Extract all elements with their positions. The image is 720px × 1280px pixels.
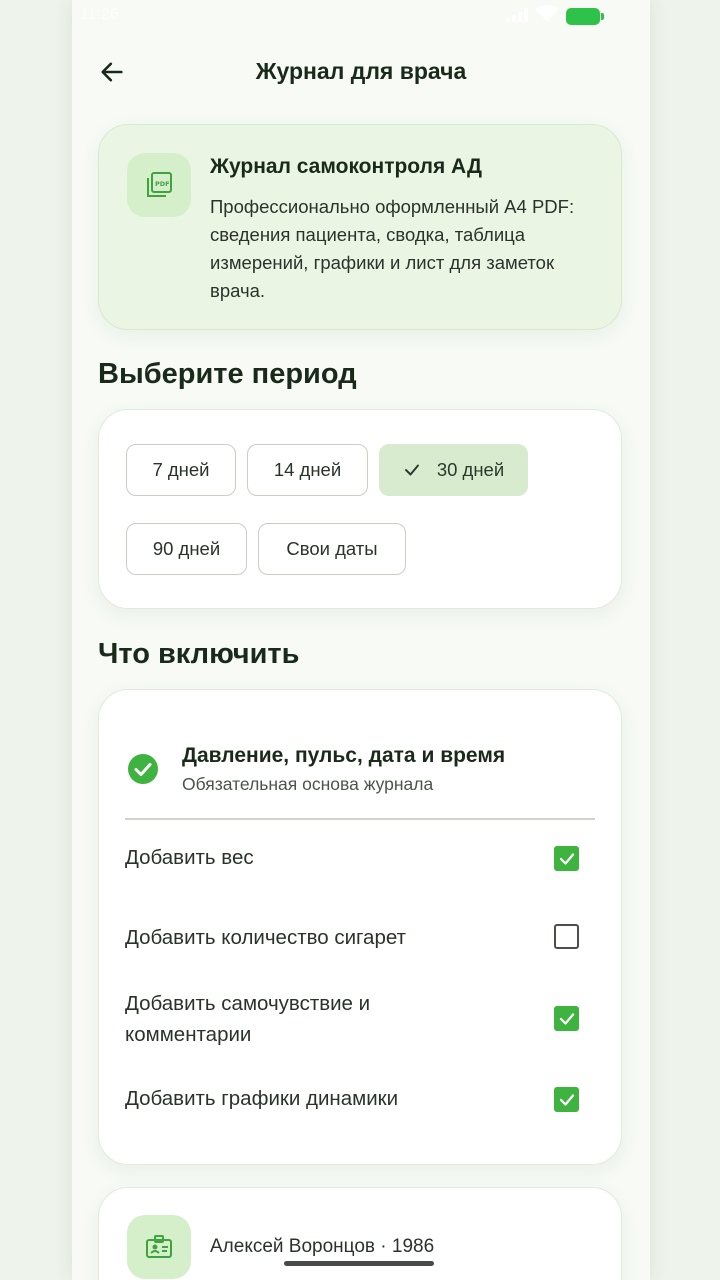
info-title: Журнал самоконтроля АД [210,155,482,178]
home-indicator[interactable] [284,1261,434,1266]
checkbox-checked[interactable] [554,1006,579,1031]
option-cigarettes[interactable]: Добавить количество сигарет [125,922,595,962]
divider [125,818,595,820]
info-card: PDF Журнал самоконтроля АД Профессиональ… [98,124,622,330]
option-label: Добавить графики динамики [125,1087,399,1110]
battery-icon [566,8,604,25]
check-icon [403,461,421,479]
check-icon [559,852,574,865]
signal-icon [506,8,528,22]
option-label: Добавить самочувствие и комментарии [125,992,371,1046]
include-card: Давление, пульс, дата и время Обязательн… [98,689,622,1165]
pdf-file-icon: PDF [127,153,191,217]
period-section-title: Выберите период [98,358,357,390]
check-circle-icon [128,754,158,784]
period-chip-label: Свои даты [286,538,378,559]
status-time: 11:26 [80,6,119,23]
option-weight[interactable]: Добавить вес [125,842,595,882]
patient-name: Алексей Воронцов · 1986 [210,1236,435,1257]
period-chip-90[interactable]: 90 дней [126,523,247,575]
checkbox-unchecked[interactable] [554,924,579,949]
include-section-title: Что включить [98,638,300,670]
period-card: 7 дней 14 дней 30 дней 90 дней Свои даты [98,409,622,609]
period-chip-7[interactable]: 7 дней [126,444,236,496]
period-chip-label: 30 дней [436,459,505,480]
period-chip-custom[interactable]: Свои даты [258,523,406,575]
period-chip-label: 14 дней [273,459,342,480]
option-label: Добавить количество сигарет [125,926,406,949]
period-chip-label: 7 дней [152,459,210,480]
period-chip-label: 90 дней [152,538,221,559]
info-description: Профессионально оформленный А4 PDF: свед… [210,196,575,301]
page-title: Журнал для врача [255,58,467,84]
required-subtitle: Обязательная основа журнала [182,774,434,794]
status-bar: 11:26 [72,0,650,34]
period-chip-30[interactable]: 30 дней [379,444,528,496]
option-wellbeing[interactable]: Добавить самочувствие и комментарии [125,988,595,1052]
check-icon [559,1012,574,1025]
checkbox-checked[interactable] [554,846,579,871]
checkbox-checked[interactable] [554,1087,579,1112]
option-label: Добавить вес [125,846,254,869]
id-badge-icon [127,1215,191,1279]
period-chip-14[interactable]: 14 дней [247,444,368,496]
patient-card[interactable]: Алексей Воронцов · 1986 [98,1187,622,1280]
wifi-icon [535,5,559,21]
check-icon [559,1093,574,1106]
required-title: Давление, пульс, дата и время [182,744,506,767]
svg-text:PDF: PDF [155,180,170,188]
screen: 11:26 Журнал для врача PDF Журнал самоко… [72,0,650,1280]
option-charts[interactable]: Добавить графики динамики [125,1083,595,1123]
